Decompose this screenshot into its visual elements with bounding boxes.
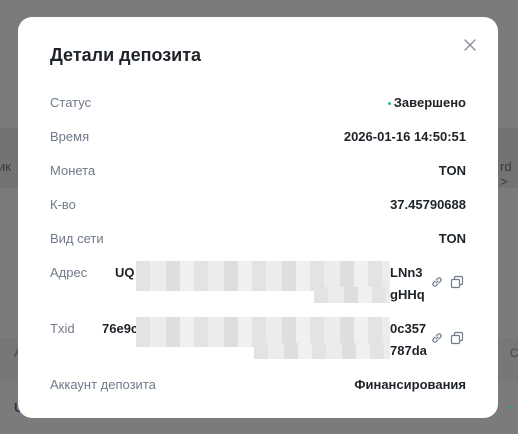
address-label: Адрес bbox=[50, 265, 88, 280]
txid-start: 76e9c bbox=[102, 321, 139, 336]
address-row: Адрес UQ LNn3 gHHq bbox=[50, 261, 466, 305]
link-icon[interactable] bbox=[430, 331, 444, 345]
background-text: ик bbox=[0, 159, 11, 174]
status-label: Статус bbox=[50, 95, 92, 110]
network-label: Вид сети bbox=[50, 231, 104, 246]
deposit-account-label: Аккаунт депозита bbox=[50, 377, 156, 392]
network-value: TON bbox=[438, 231, 466, 246]
txid-label: Txid bbox=[50, 321, 75, 336]
link-icon[interactable] bbox=[430, 275, 444, 289]
coin-row: Монета TON bbox=[50, 163, 466, 181]
amount-row: К-во 37.45790688 bbox=[50, 197, 466, 215]
address-redaction bbox=[314, 287, 390, 303]
coin-value: TON bbox=[438, 163, 466, 178]
status-value: Завершено bbox=[387, 95, 466, 110]
background-status-dot bbox=[510, 406, 513, 409]
time-row: Время 2026-01-16 14:50:51 bbox=[50, 129, 466, 147]
background-text: С bbox=[510, 346, 518, 360]
deposit-account-value: Финансирования bbox=[354, 377, 466, 392]
address-end-line1[interactable]: LNn3 bbox=[390, 265, 423, 280]
deposit-details-modal: Детали депозита Статус Завершено Время 2… bbox=[18, 17, 498, 418]
txid-redaction bbox=[254, 343, 390, 359]
address-start: UQ bbox=[115, 265, 135, 280]
copy-icon[interactable] bbox=[450, 275, 464, 289]
txid-end-line2[interactable]: 787da bbox=[390, 343, 427, 358]
time-label: Время bbox=[50, 129, 90, 144]
background-text: rd > bbox=[500, 159, 512, 189]
modal-title: Детали депозита bbox=[50, 45, 202, 65]
status-dot bbox=[387, 102, 391, 106]
txid-end-line1[interactable]: 0c357 bbox=[390, 321, 426, 336]
status-text: Завершено bbox=[393, 95, 466, 110]
copy-icon[interactable] bbox=[450, 331, 464, 345]
status-row: Статус Завершено bbox=[50, 95, 466, 113]
close-icon[interactable] bbox=[462, 37, 478, 53]
address-end-line2[interactable]: gHHq bbox=[390, 287, 425, 302]
coin-label: Монета bbox=[50, 163, 96, 178]
deposit-account-row: Аккаунт депозита Финансирования bbox=[50, 377, 466, 395]
time-value: 2026-01-16 14:50:51 bbox=[343, 129, 466, 144]
network-row: Вид сети TON bbox=[50, 231, 466, 249]
amount-value: 37.45790688 bbox=[390, 197, 466, 212]
amount-label: К-во bbox=[50, 197, 76, 212]
txid-row: Txid 76e9c 0c357 787da bbox=[50, 317, 466, 361]
